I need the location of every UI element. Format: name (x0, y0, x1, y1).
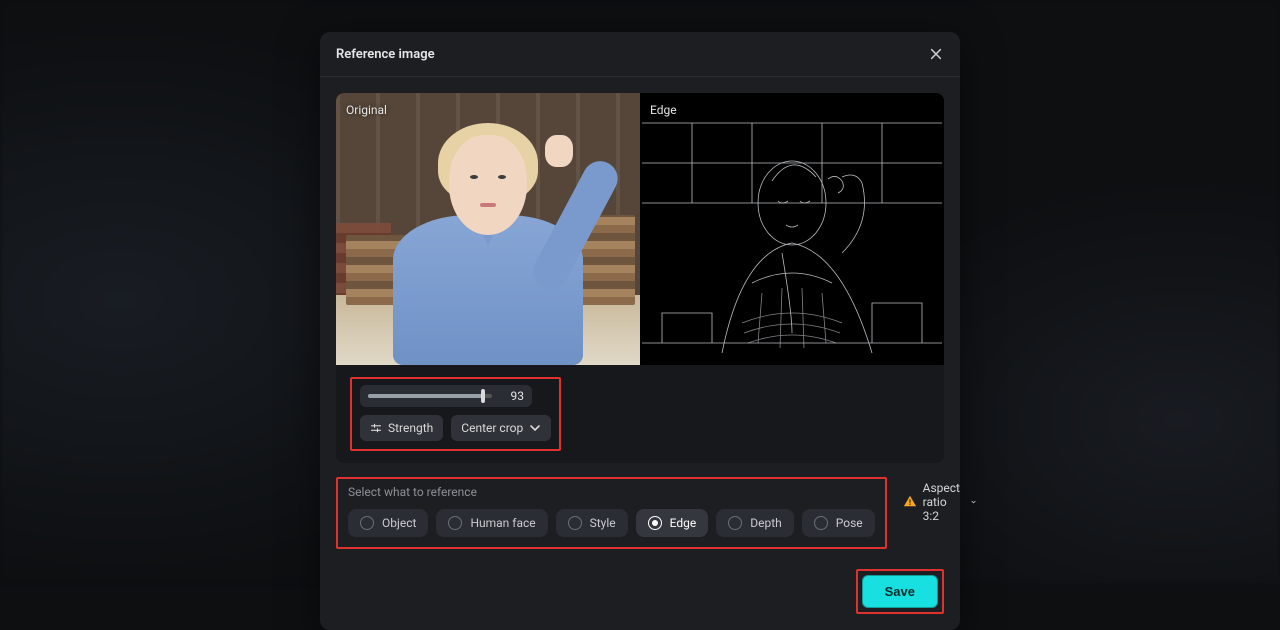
warning-icon (903, 494, 917, 511)
reference-option-pose[interactable]: Pose (802, 509, 875, 537)
reference-option-label: Depth (750, 516, 782, 530)
modal-header: Reference image (320, 32, 960, 77)
reference-option-human-face[interactable]: Human face (436, 509, 547, 537)
reference-option-object[interactable]: Object (348, 509, 428, 537)
strength-slider-row: 93 (360, 385, 532, 407)
radio-icon (568, 516, 582, 530)
radio-icon (448, 516, 462, 530)
modal-body: Original (320, 77, 960, 630)
reference-option-depth[interactable]: Depth (716, 509, 794, 537)
chevron-down-icon (529, 422, 541, 434)
radio-icon (814, 516, 828, 530)
crop-dropdown-label: Center crop (461, 421, 523, 435)
slider-thumb[interactable] (481, 389, 485, 403)
reference-option-label: Pose (836, 516, 863, 530)
original-pane-label: Original (346, 103, 387, 117)
crop-dropdown[interactable]: Center crop (451, 415, 551, 441)
save-highlight: Save (856, 569, 944, 614)
reference-option-label: Style (590, 516, 616, 530)
reference-option-label: Human face (470, 516, 535, 530)
sliders-icon (370, 422, 382, 434)
reference-option-style[interactable]: Style (556, 509, 628, 537)
image-controls: 93 Strength Center crop (336, 365, 944, 451)
aspect-ratio-label: Aspect ratio 3:2 (923, 481, 965, 523)
close-icon[interactable] (928, 46, 944, 62)
radio-icon (728, 516, 742, 530)
modal-footer: Save (336, 569, 944, 614)
edge-image (640, 93, 944, 365)
reference-image-modal: Reference image Original (320, 32, 960, 630)
edge-pane: Edge (640, 93, 944, 365)
radio-icon (648, 516, 662, 530)
reference-option-edge[interactable]: Edge (636, 509, 709, 537)
controls-highlight: 93 Strength Center crop (350, 377, 561, 451)
strength-button[interactable]: Strength (360, 415, 443, 441)
strength-slider[interactable] (368, 394, 492, 398)
original-pane: Original (336, 93, 640, 365)
image-comparison-row: Original (336, 93, 944, 365)
save-button[interactable]: Save (862, 575, 938, 608)
radio-icon (360, 516, 374, 530)
modal-title: Reference image (336, 47, 435, 62)
reference-option-label: Edge (670, 516, 697, 530)
save-button-label: Save (885, 584, 915, 599)
chevron-down-icon (971, 497, 976, 507)
reference-title: Select what to reference (348, 485, 875, 499)
original-image (336, 93, 640, 365)
aspect-ratio-dropdown[interactable]: Aspect ratio 3:2 (903, 477, 976, 523)
strength-value: 93 (504, 389, 524, 403)
preview-area: Original (336, 93, 944, 463)
edge-pane-label: Edge (650, 103, 677, 117)
strength-button-label: Strength (388, 421, 433, 435)
reference-highlight: Select what to reference Object Human fac… (336, 477, 887, 549)
reference-options: Object Human face Style Edge Depth Pose (348, 509, 875, 537)
reference-section: Select what to reference Object Human fac… (336, 477, 944, 549)
reference-option-label: Object (382, 516, 416, 530)
